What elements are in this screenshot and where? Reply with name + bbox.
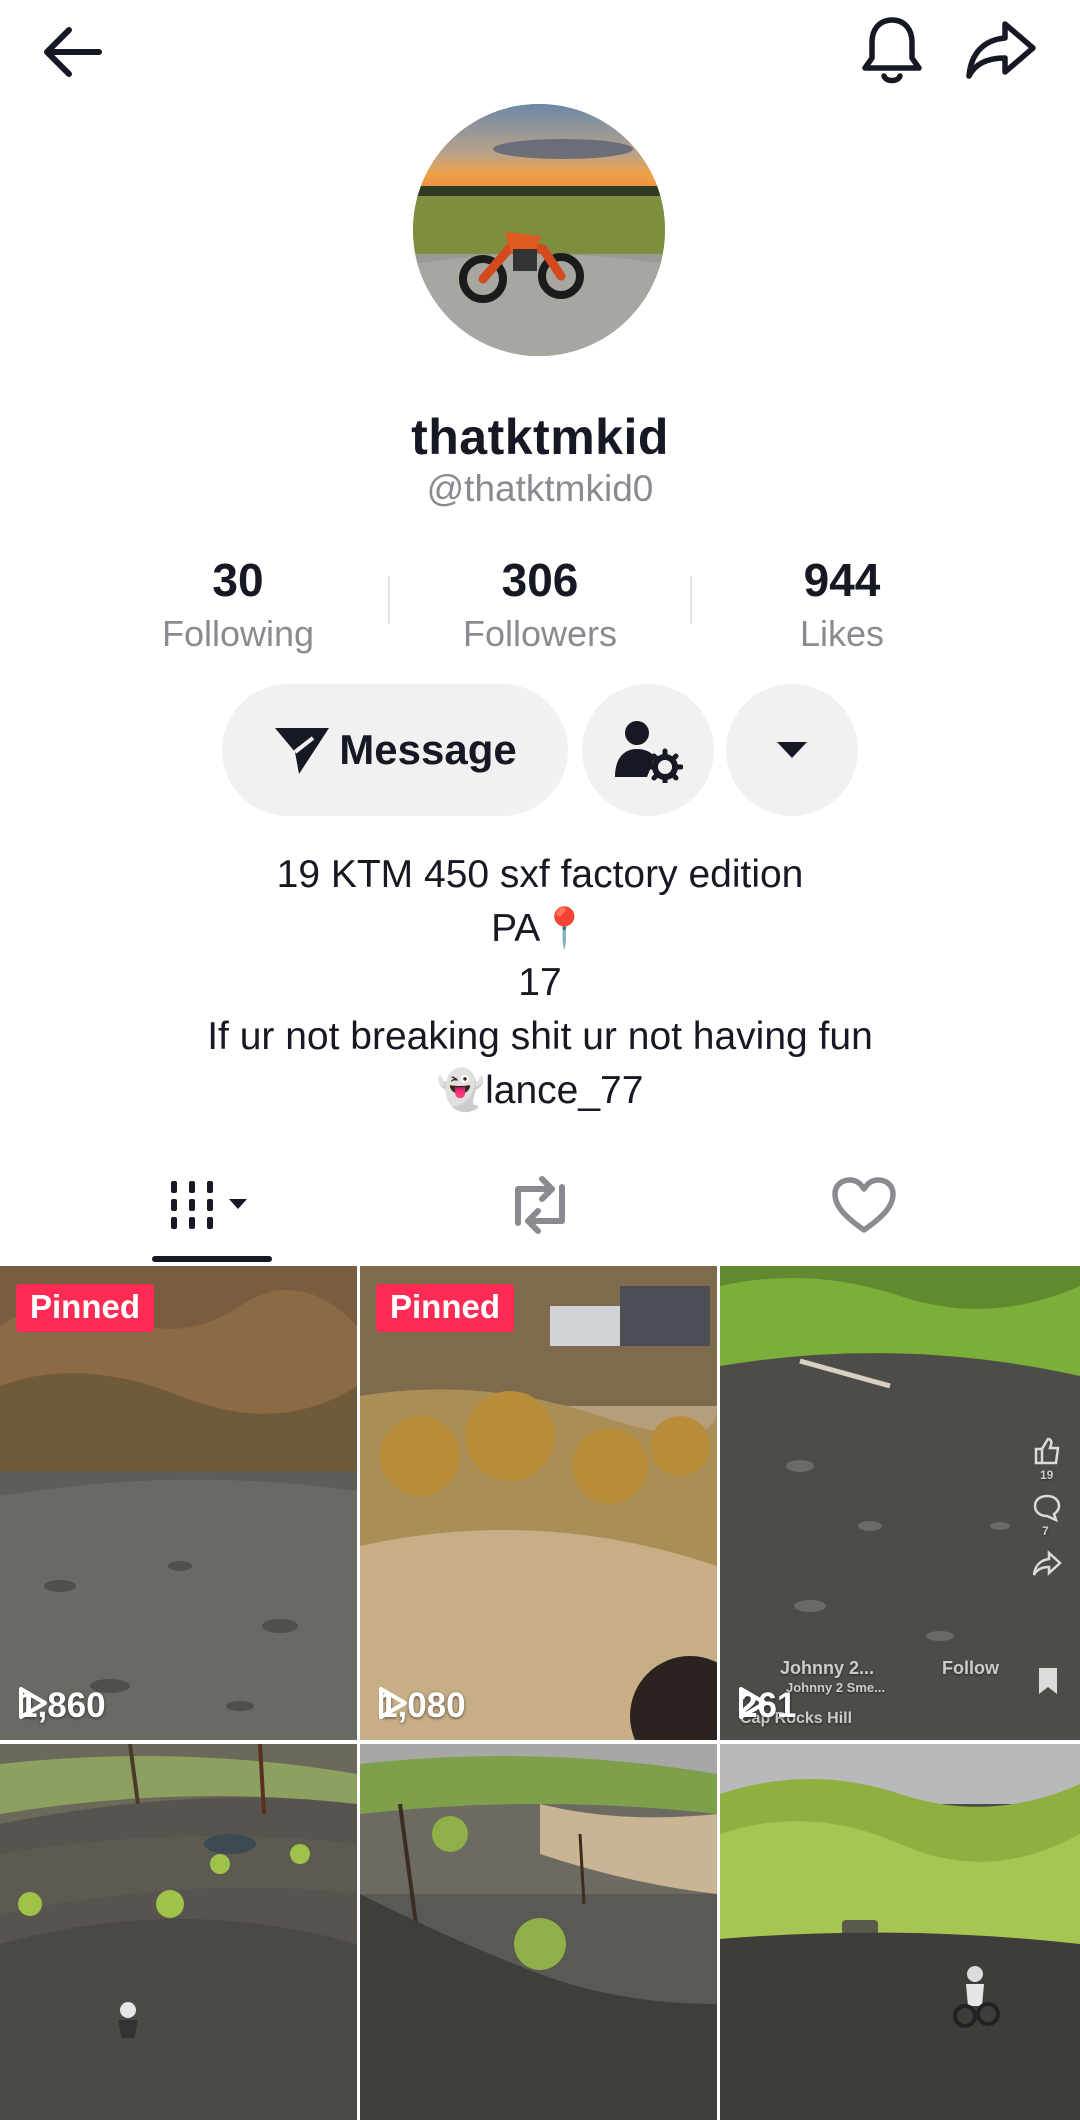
message-button[interactable]: Message: [222, 684, 568, 816]
stat-followers[interactable]: 306 Followers: [390, 548, 690, 656]
heart-icon: [832, 1177, 896, 1233]
notification-button[interactable]: [852, 10, 932, 90]
avatar-photo: [413, 104, 665, 356]
active-tab-indicator: [152, 1256, 272, 1262]
stat-value: 944: [803, 554, 881, 606]
pinned-badge: Pinned: [376, 1284, 515, 1332]
thumbnail-image: [360, 1266, 717, 1740]
arrow-left-icon: [44, 27, 102, 77]
bio: 19 KTM 450 sxf factory edition PA📍 17 If…: [0, 848, 1080, 1118]
back-button[interactable]: [24, 16, 120, 88]
view-count: 261: [738, 1686, 796, 1726]
thumbnail-image: [0, 1266, 357, 1740]
stat-following[interactable]: 30 Following: [88, 548, 388, 656]
stat-value: 306: [501, 554, 579, 606]
avatar[interactable]: [413, 104, 665, 356]
profile-stats: 30 Following 306 Followers 944 Likes: [0, 548, 1080, 658]
send-icon: [275, 728, 330, 774]
stat-label: Likes: [799, 613, 885, 654]
video-thumbnail[interactable]: Pinned 1,080: [360, 1266, 717, 1740]
bell-icon: [862, 17, 922, 84]
username-handle: @thatktmkid0: [426, 468, 654, 509]
bio-line: 17: [518, 961, 562, 1004]
bookmark-icon: [1039, 1668, 1057, 1694]
stat-divider: [690, 576, 692, 624]
overlay-username: Johnny 2...: [780, 1658, 875, 1678]
more-options-button[interactable]: [726, 684, 858, 816]
message-button-label: Message: [339, 726, 517, 773]
thumbnail-image: [720, 1266, 1080, 1740]
video-thumbnail[interactable]: Pinned 1,860: [0, 1266, 357, 1740]
overlay-subtitle: Johnny 2 Sme...: [786, 1680, 885, 1695]
stat-value: 30: [212, 554, 264, 606]
top-bar: [0, 0, 1080, 96]
overlay-follow: Follow: [942, 1658, 999, 1678]
bio-line: If ur not breaking shit ur not having fu…: [207, 1015, 873, 1058]
view-count: 1,860: [18, 1686, 106, 1726]
share-button[interactable]: [956, 10, 1046, 90]
video-thumbnail[interactable]: [720, 1744, 1080, 2120]
manage-friend-button[interactable]: [582, 684, 714, 816]
tab-reposts[interactable]: [360, 1150, 720, 1260]
stat-label: Following: [161, 613, 315, 654]
view-count: 1,080: [378, 1686, 466, 1726]
play-icon: [19, 1687, 47, 1719]
share-arrow-icon: [966, 21, 1036, 79]
stat-divider: [388, 576, 390, 624]
bio-line: PA📍: [491, 907, 589, 950]
caret-down-icon: [777, 742, 807, 758]
bio-line: 19 KTM 450 sxf factory edition: [276, 853, 804, 896]
content-tabs: [0, 1150, 1080, 1266]
video-thumbnail[interactable]: 19 7 Johnny 2... Follow Johnny 2 Sme... …: [720, 1266, 1080, 1740]
overlay-like-count: 19: [1040, 1468, 1054, 1482]
video-thumbnail[interactable]: [360, 1744, 717, 2120]
play-icon: [739, 1687, 767, 1719]
bio-line[interactable]: 👻lance_77: [0, 1064, 1080, 1118]
repost-icon: [515, 1176, 565, 1234]
user-settings-icon: [615, 721, 683, 783]
stat-label: Followers: [462, 613, 618, 654]
overlay-comment-count: 7: [1042, 1524, 1049, 1538]
tab-liked[interactable]: [684, 1150, 1044, 1260]
video-grid: Pinned 1,860 Pinned 1,080 19 7 Johnny 2.…: [0, 1266, 1080, 2120]
thumbnail-image: [360, 1744, 717, 2120]
videos-grid-icon: [171, 1181, 247, 1229]
video-thumbnail[interactable]: [0, 1744, 357, 2120]
display-name: thatktmkid: [411, 409, 669, 465]
thumbnail-image: [720, 1744, 1080, 2120]
like-icon: [1034, 1437, 1060, 1465]
thumbnail-image: [0, 1744, 357, 2120]
pinned-badge: Pinned: [16, 1284, 155, 1332]
play-icon: [379, 1687, 407, 1719]
stat-likes[interactable]: 944 Likes: [692, 548, 992, 656]
comment-icon: [1033, 1494, 1061, 1522]
tab-videos[interactable]: [32, 1150, 392, 1260]
share-icon: [1032, 1550, 1062, 1576]
